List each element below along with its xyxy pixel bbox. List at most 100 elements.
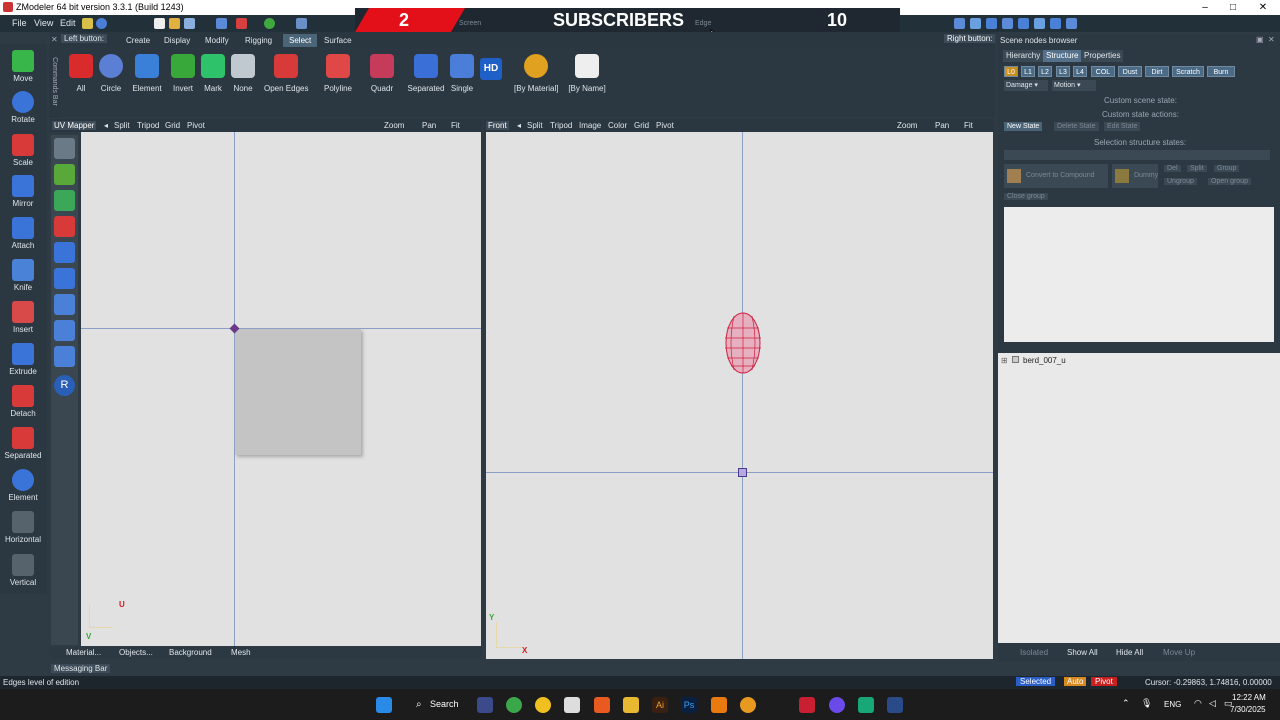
- delete-state-button[interactable]: Delete State: [1054, 122, 1099, 131]
- view-tool-icon[interactable]: [954, 18, 965, 29]
- level-col[interactable]: COL: [1091, 66, 1115, 77]
- isolated-button[interactable]: Isolated: [1020, 648, 1048, 657]
- damage-dropdown[interactable]: Damage ▾: [1004, 80, 1048, 91]
- discord-icon[interactable]: [829, 697, 845, 713]
- taskbar-search[interactable]: Search: [404, 695, 464, 713]
- extrude-tool[interactable]: Extrude: [3, 343, 43, 376]
- motion-dropdown[interactable]: Motion ▾: [1052, 80, 1096, 91]
- tab-surface[interactable]: Surface: [318, 34, 358, 47]
- mirror-tool[interactable]: Mirror: [3, 175, 43, 208]
- front-zoom[interactable]: Zoom: [897, 121, 917, 130]
- level-l0[interactable]: L0: [1004, 66, 1018, 77]
- auto-toggle[interactable]: Auto: [1064, 677, 1087, 686]
- uv-tool-icon[interactable]: [54, 320, 75, 341]
- zmodeler-icon[interactable]: [799, 697, 815, 713]
- pivot-toggle[interactable]: Pivot: [1091, 677, 1117, 686]
- front-menu-tripod[interactable]: Tripod: [550, 121, 572, 130]
- front-menu-split[interactable]: Split: [527, 121, 543, 130]
- uv-tool-icon[interactable]: [54, 138, 75, 159]
- app-icon[interactable]: [535, 697, 551, 713]
- uv-viewport-name[interactable]: UV Mapper: [52, 121, 97, 130]
- tab-mesh[interactable]: Mesh: [231, 648, 251, 658]
- uv-zoom[interactable]: Zoom: [384, 121, 404, 130]
- photoshop-icon[interactable]: Ps: [681, 697, 697, 713]
- tab-material[interactable]: Material...: [66, 648, 101, 658]
- front-viewport[interactable]: X Y: [486, 132, 993, 659]
- maximize-button[interactable]: □: [1218, 0, 1248, 15]
- show-all-button[interactable]: Show All: [1067, 648, 1098, 657]
- tab-display[interactable]: Display: [158, 34, 196, 47]
- tool-polyline[interactable]: Polyline: [316, 52, 360, 93]
- tab-properties[interactable]: Properties: [1081, 50, 1124, 62]
- steam-icon[interactable]: [887, 697, 903, 713]
- wireframe-model[interactable]: [722, 310, 764, 376]
- blender-icon[interactable]: [740, 697, 756, 713]
- scale-tool[interactable]: Scale: [3, 134, 43, 167]
- app-icon[interactable]: [858, 697, 874, 713]
- front-menu-pivot[interactable]: Pivot: [656, 121, 674, 130]
- tab-structure[interactable]: Structure: [1043, 50, 1082, 62]
- del-button[interactable]: Del: [1164, 165, 1181, 172]
- view-tool-icon[interactable]: [970, 18, 981, 29]
- level-l1[interactable]: L1: [1021, 66, 1035, 77]
- open-group-button[interactable]: Open group: [1208, 178, 1251, 185]
- close-group-button[interactable]: Close group: [1004, 193, 1048, 200]
- chevron-left-icon[interactable]: ◂: [104, 121, 108, 130]
- tab-create[interactable]: Create: [120, 34, 156, 47]
- tab-hierarchy[interactable]: Hierarchy: [1003, 50, 1044, 62]
- knife-tool[interactable]: Knife: [3, 259, 43, 292]
- dummy-button[interactable]: Dummy: [1112, 164, 1158, 188]
- element-tool[interactable]: Element: [3, 469, 43, 502]
- move-up-button[interactable]: Move Up: [1163, 648, 1195, 657]
- group-button[interactable]: Group: [1214, 165, 1240, 172]
- front-fit[interactable]: Fit: [964, 121, 973, 130]
- render-icon[interactable]: [264, 18, 275, 29]
- split-button[interactable]: Split: [1187, 165, 1207, 172]
- tool-quadr[interactable]: Quadr: [360, 52, 404, 93]
- uv-tool-icon[interactable]: [54, 216, 75, 237]
- selected-mode[interactable]: Selected: [1016, 677, 1056, 686]
- tab-objects[interactable]: Objects...: [119, 648, 153, 658]
- tree-node-label[interactable]: berd_007_u: [1023, 356, 1066, 365]
- level-l4[interactable]: L4: [1073, 66, 1087, 77]
- uv-tool-icon[interactable]: [54, 190, 75, 211]
- undo-icon[interactable]: [296, 18, 307, 29]
- rotate-tool[interactable]: Rotate: [3, 91, 43, 124]
- app-icon[interactable]: [711, 697, 727, 713]
- close-icon[interactable]: ✕: [1268, 35, 1275, 44]
- chevron-left-icon[interactable]: ◂: [517, 121, 521, 130]
- uv-viewport[interactable]: U V: [81, 132, 481, 646]
- front-menu-image[interactable]: Image: [579, 121, 601, 130]
- menu-view[interactable]: View: [34, 18, 53, 28]
- uv-tool-icon[interactable]: [54, 294, 75, 315]
- tool-open-edges[interactable]: Open Edges: [264, 52, 308, 93]
- tool-single[interactable]: Single: [440, 52, 484, 93]
- level-dust[interactable]: Dust: [1118, 66, 1142, 77]
- attach-tool[interactable]: Attach: [3, 217, 43, 250]
- brave-icon[interactable]: [594, 697, 610, 713]
- uv-island[interactable]: [235, 329, 361, 455]
- volume-icon[interactable]: ◁: [1209, 698, 1216, 709]
- separated-tool[interactable]: Separated: [3, 427, 43, 460]
- uv-menu-tripod[interactable]: Tripod: [137, 121, 159, 130]
- tool-by-name[interactable]: [By Name]: [565, 52, 609, 93]
- scene-node-tree[interactable]: ⊞ berd_007_u: [998, 353, 1280, 643]
- settings-icon[interactable]: [82, 18, 93, 29]
- view-tool-icon[interactable]: [986, 18, 997, 29]
- front-viewport-name[interactable]: Front: [486, 121, 509, 130]
- help-icon[interactable]: [96, 18, 107, 29]
- insert-tool[interactable]: Insert: [3, 301, 43, 334]
- uv-fit[interactable]: Fit: [451, 121, 460, 130]
- dock-icon[interactable]: ▣: [1256, 35, 1264, 44]
- uv-reset-icon[interactable]: R: [54, 375, 75, 396]
- uv-tool-icon[interactable]: [54, 346, 75, 367]
- new-state-button[interactable]: New State: [1004, 122, 1043, 131]
- level-burn[interactable]: Burn: [1207, 66, 1235, 77]
- close-panel-icon[interactable]: ✕: [51, 35, 58, 44]
- move-tool[interactable]: Move: [3, 50, 43, 83]
- uv-pan[interactable]: Pan: [422, 121, 436, 130]
- chrome-icon[interactable]: [506, 697, 522, 713]
- uv-tool-icon[interactable]: [54, 164, 75, 185]
- open-file-icon[interactable]: [169, 18, 180, 29]
- menu-file[interactable]: File: [12, 18, 27, 28]
